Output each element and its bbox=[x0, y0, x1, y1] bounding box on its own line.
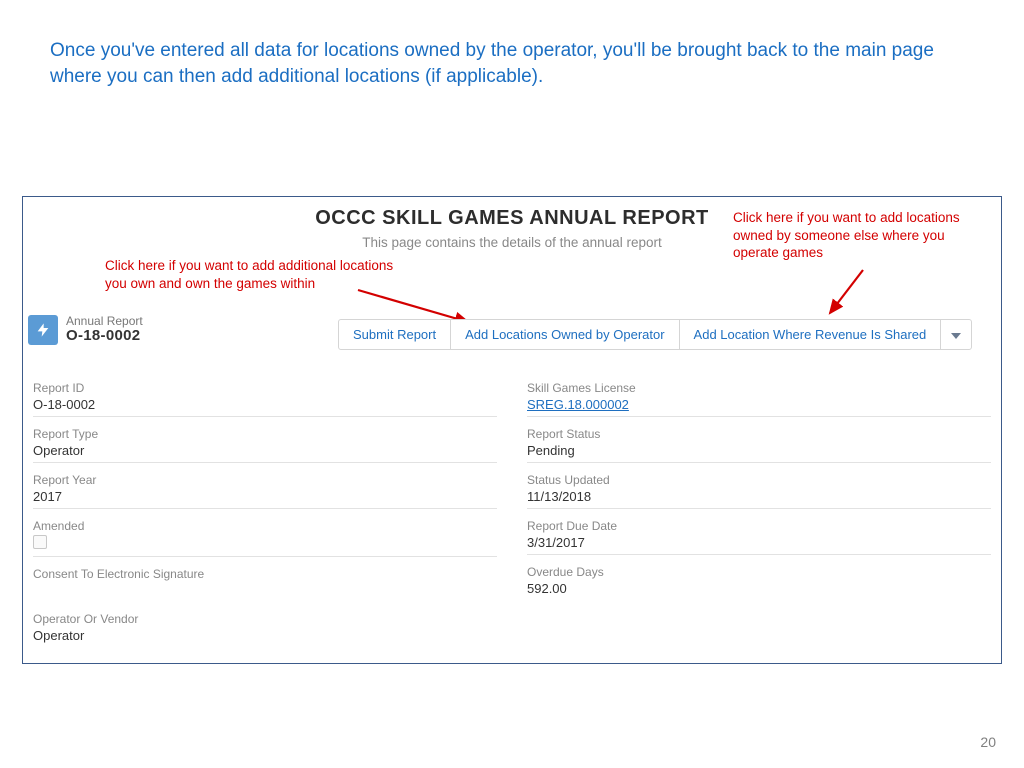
label-report-type: Report Type bbox=[33, 427, 497, 441]
value-status: Pending bbox=[527, 443, 991, 460]
label-report-id: Report ID bbox=[33, 381, 497, 395]
report-badge: Annual Report O-18-0002 bbox=[28, 315, 143, 345]
label-op-vendor: Operator Or Vendor bbox=[33, 612, 497, 626]
annotation-right: Click here if you want to add locations … bbox=[733, 209, 993, 262]
action-button-row: Submit Report Add Locations Owned by Ope… bbox=[338, 319, 972, 350]
details-grid: Report ID O-18-0002 Report Type Operator… bbox=[33, 377, 991, 653]
more-actions-button[interactable] bbox=[940, 319, 972, 350]
value-due-date: 3/31/2017 bbox=[527, 535, 991, 552]
label-amended: Amended bbox=[33, 519, 497, 533]
app-window: OCCC SKILL GAMES ANNUAL REPORT This page… bbox=[22, 196, 1002, 664]
value-op-vendor: Operator bbox=[33, 628, 497, 645]
report-badge-id: O-18-0002 bbox=[66, 328, 143, 345]
label-due-date: Report Due Date bbox=[527, 519, 991, 533]
label-overdue: Overdue Days bbox=[527, 565, 991, 579]
value-report-year: 2017 bbox=[33, 489, 497, 506]
value-report-type: Operator bbox=[33, 443, 497, 460]
add-locations-owned-button[interactable]: Add Locations Owned by Operator bbox=[450, 319, 679, 350]
submit-report-button[interactable]: Submit Report bbox=[338, 319, 451, 350]
field-report-type: Report Type Operator bbox=[33, 423, 497, 463]
value-report-id: O-18-0002 bbox=[33, 397, 497, 414]
field-license: Skill Games License SREG.18.000002 bbox=[527, 377, 991, 417]
chevron-down-icon bbox=[951, 333, 961, 339]
field-report-id: Report ID O-18-0002 bbox=[33, 377, 497, 417]
field-report-year: Report Year 2017 bbox=[33, 469, 497, 509]
value-status-updated: 11/13/2018 bbox=[527, 489, 991, 506]
label-license: Skill Games License bbox=[527, 381, 991, 395]
value-overdue: 592.00 bbox=[527, 581, 991, 598]
arrow-right-icon bbox=[818, 265, 878, 325]
label-consent: Consent To Electronic Signature bbox=[33, 567, 497, 581]
field-overdue: Overdue Days 592.00 bbox=[527, 561, 991, 600]
label-status-updated: Status Updated bbox=[527, 473, 991, 487]
details-col-right: Skill Games License SREG.18.000002 Repor… bbox=[527, 377, 991, 653]
annotation-left: Click here if you want to add additional… bbox=[105, 257, 395, 292]
field-amended: Amended bbox=[33, 515, 497, 557]
amended-checkbox[interactable] bbox=[33, 535, 47, 549]
label-report-year: Report Year bbox=[33, 473, 497, 487]
label-status: Report Status bbox=[527, 427, 991, 441]
field-due-date: Report Due Date 3/31/2017 bbox=[527, 515, 991, 555]
add-location-shared-button[interactable]: Add Location Where Revenue Is Shared bbox=[679, 319, 942, 350]
field-status-updated: Status Updated 11/13/2018 bbox=[527, 469, 991, 509]
field-report-status: Report Status Pending bbox=[527, 423, 991, 463]
field-operator-or-vendor: Operator Or Vendor Operator bbox=[33, 608, 497, 647]
details-col-left: Report ID O-18-0002 Report Type Operator… bbox=[33, 377, 497, 653]
value-license-link[interactable]: SREG.18.000002 bbox=[527, 397, 991, 414]
field-consent: Consent To Electronic Signature bbox=[33, 563, 497, 602]
bolt-icon bbox=[28, 315, 58, 345]
page-number: 20 bbox=[980, 734, 996, 750]
slide-caption: Once you've entered all data for locatio… bbox=[50, 38, 970, 89]
